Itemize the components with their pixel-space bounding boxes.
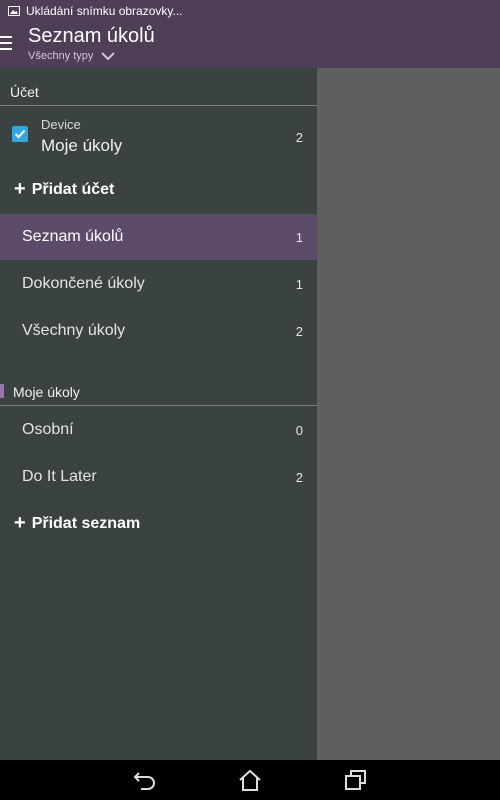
list-item-personal[interactable]: Osobní 0 (0, 407, 317, 453)
image-icon (8, 6, 20, 16)
type-filter-label: Všechny typy (28, 50, 94, 62)
filter-item-count: 1 (295, 229, 303, 245)
list-item-do-it-later[interactable]: Do It Later 2 (0, 454, 317, 500)
account-count: 2 (295, 130, 303, 145)
list-item-count: 2 (295, 469, 303, 485)
system-navigation-bar (0, 760, 500, 800)
account-type: Device (41, 117, 81, 132)
filter-item-label: Všechny úkoly (22, 322, 126, 339)
account-section-header: Účet (10, 84, 39, 100)
add-list-label: Přidat seznam (31, 514, 141, 532)
status-bar: Ukládání snímku obrazovky... (0, 0, 500, 22)
list-item-label: Do It Later (22, 468, 97, 485)
page-title: Seznam úkolů (28, 25, 155, 47)
plus-icon: + (14, 512, 26, 534)
navigation-drawer: Účet Device Moje úkoly 2 + Přidat účet S… (0, 68, 317, 760)
list-item-label: Osobní (22, 421, 74, 438)
divider (0, 105, 317, 106)
add-list-button[interactable]: + Přidat seznam (14, 512, 140, 535)
chevron-down-icon (101, 52, 116, 60)
filter-item-count: 2 (295, 323, 303, 339)
plus-icon: + (14, 178, 26, 200)
filter-item-label: Dokončené úkoly (22, 275, 145, 292)
filter-item-label: Seznam úkolů (22, 228, 124, 245)
list-color-marker (0, 384, 4, 398)
app-bar: Seznam úkolů Všechny typy (0, 22, 500, 68)
account-row[interactable]: Device Moje úkoly 2 (0, 110, 317, 164)
type-filter-dropdown[interactable]: Všechny typy (28, 50, 116, 62)
lists-section-header: Moje úkoly (13, 384, 80, 400)
home-icon[interactable] (237, 768, 263, 792)
add-account-label: Přidat účet (31, 180, 115, 198)
menu-icon[interactable] (0, 36, 12, 50)
filter-item-completed[interactable]: Dokončené úkoly 1 (0, 261, 317, 307)
filter-item-count: 1 (295, 276, 303, 292)
account-name: Moje úkoly (41, 136, 123, 155)
content-scrim[interactable] (317, 68, 500, 760)
filter-item-all[interactable]: Všechny úkoly 2 (0, 308, 317, 354)
status-notification-text: Ukládání snímku obrazovky... (26, 4, 183, 18)
add-account-button[interactable]: + Přidat účet (14, 178, 114, 201)
recent-apps-icon[interactable] (343, 768, 369, 792)
filter-item-task-list[interactable]: Seznam úkolů 1 (0, 214, 317, 260)
account-checkbox[interactable] (12, 126, 28, 142)
list-item-count: 0 (295, 422, 303, 438)
divider (0, 405, 317, 406)
back-icon[interactable] (132, 768, 158, 792)
